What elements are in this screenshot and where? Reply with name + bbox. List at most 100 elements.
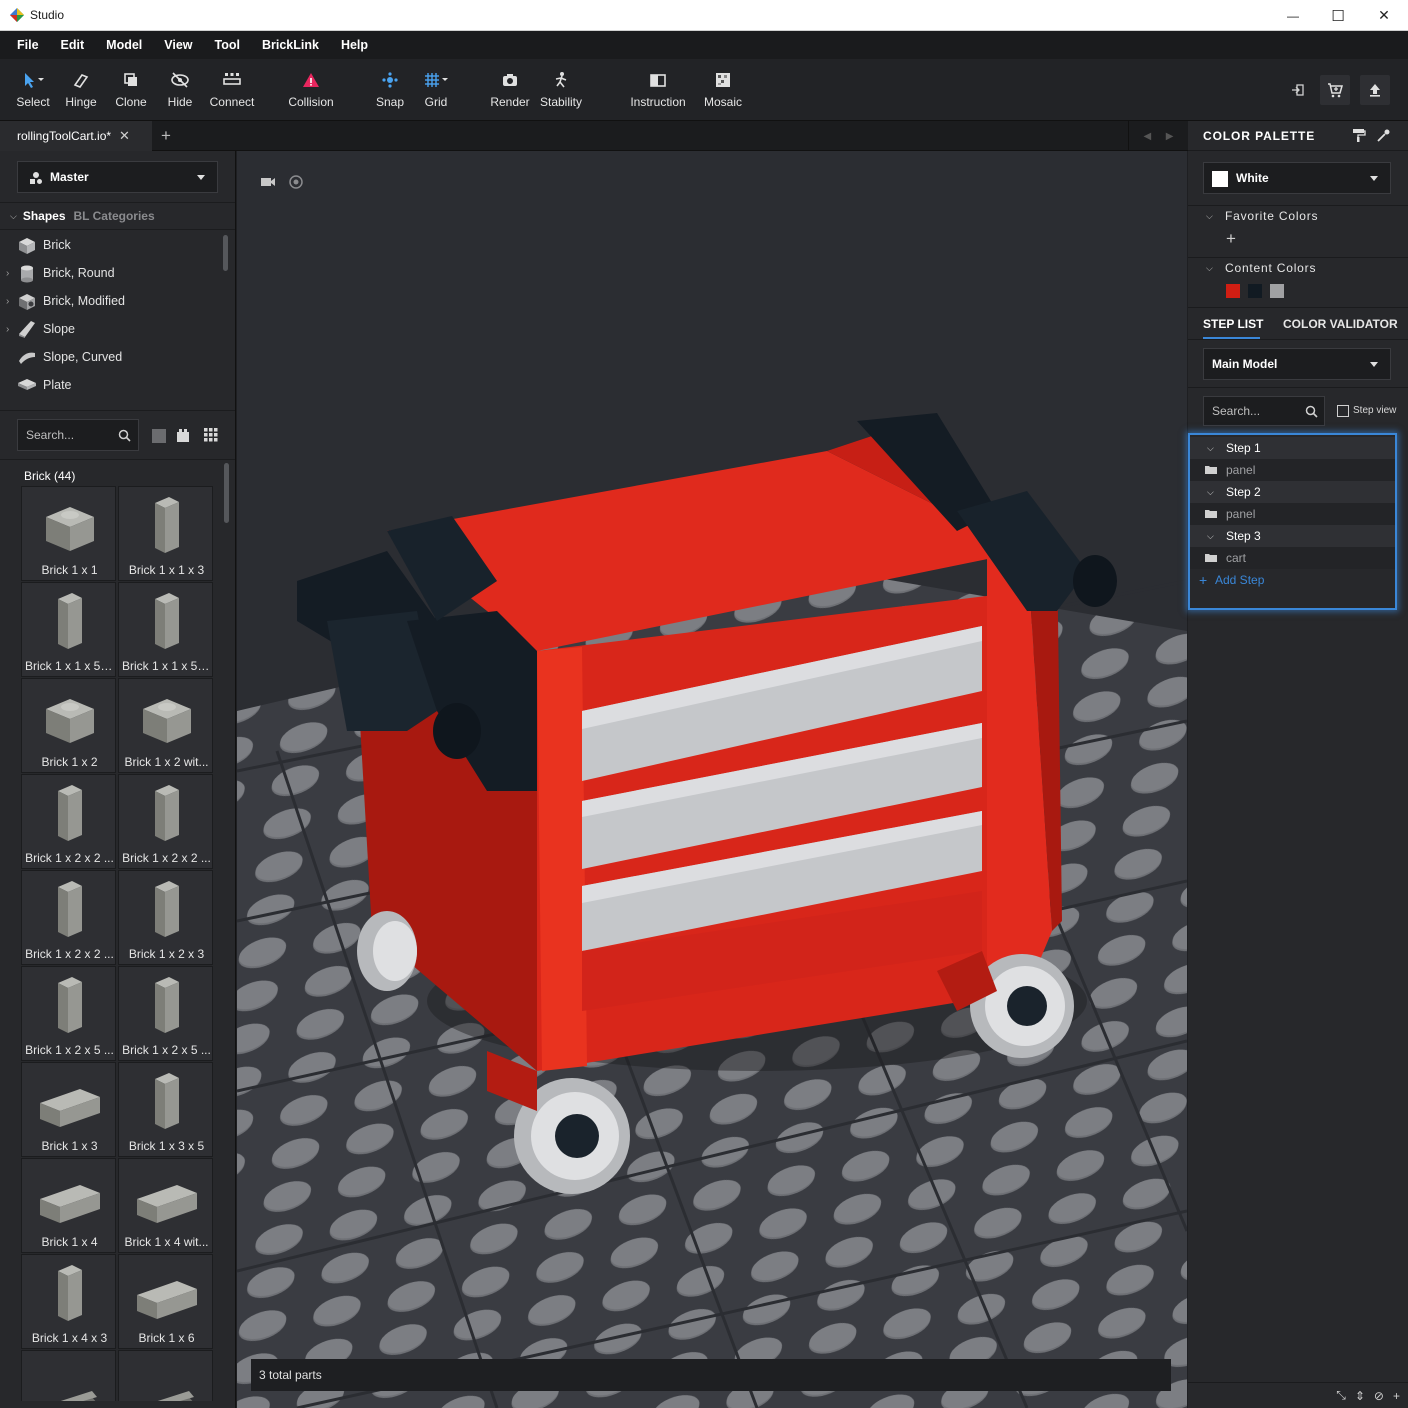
- 3d-viewport[interactable]: 3 total parts: [237, 151, 1187, 1408]
- grid-view-icon[interactable]: [204, 428, 218, 442]
- clone-label: Clone: [115, 95, 147, 109]
- content-color-swatch[interactable]: [1248, 284, 1262, 298]
- tab-shapes[interactable]: Shapes: [23, 209, 66, 223]
- menu-model[interactable]: Model: [95, 38, 153, 52]
- shape-item-slope[interactable]: › Slope: [0, 315, 225, 343]
- palette-dropdown[interactable]: Master: [17, 161, 218, 193]
- new-tab-icon[interactable]: +: [161, 126, 171, 146]
- part-tile[interactable]: Brick 1 x 4 wit...: [118, 1158, 213, 1253]
- part-tile[interactable]: Brick 1 x 1 x 5 -...: [21, 582, 116, 677]
- hide-tool-button[interactable]: Hide: [150, 69, 210, 109]
- part-tile[interactable]: Brick 1 x 1 x 3: [118, 486, 213, 581]
- step-search-input[interactable]: Search...: [1203, 396, 1325, 426]
- tab-scroll-right-icon[interactable]: ▶: [1166, 131, 1174, 142]
- close-window-button[interactable]: ✕: [1361, 0, 1407, 31]
- part-tile[interactable]: Brick 1 x 4: [21, 1158, 116, 1253]
- step-item-panel[interactable]: panel: [1190, 503, 1395, 525]
- parts-search-input[interactable]: Search...: [17, 419, 139, 451]
- menu-tool[interactable]: Tool: [204, 38, 251, 52]
- part-tile[interactable]: Brick 1 x 2 x 3: [118, 870, 213, 965]
- menu-bricklink[interactable]: BrickLink: [251, 38, 330, 52]
- content-color-swatch[interactable]: [1270, 284, 1284, 298]
- shape-list-scrollbar[interactable]: [223, 235, 228, 271]
- part-tile[interactable]: [118, 1350, 213, 1401]
- part-tile[interactable]: Brick 1 x 2 x 2 ...: [21, 870, 116, 965]
- collision-tool-button[interactable]: Collision: [281, 69, 341, 109]
- part-tile[interactable]: Brick 1 x 1 x 5 -...: [118, 582, 213, 677]
- step-item-cart[interactable]: cart: [1190, 547, 1395, 569]
- color-filter-icon[interactable]: [152, 429, 166, 443]
- part-tile[interactable]: Brick 1 x 2 x 5 ...: [21, 966, 116, 1061]
- right-panel-footer: ⤡ ⇕ ⊘ +: [1188, 1382, 1408, 1408]
- collapse-chevron-icon[interactable]: ⌵: [1207, 531, 1214, 542]
- content-color-swatch[interactable]: [1226, 284, 1240, 298]
- tab-rolling-tool-cart[interactable]: rollingToolCart.io* ✕: [0, 121, 152, 151]
- shape-item-plate[interactable]: Plate: [0, 371, 225, 399]
- cart-button[interactable]: [1320, 75, 1350, 105]
- parts-grid-scrollbar[interactable]: [224, 463, 229, 523]
- paint-roller-icon[interactable]: [1351, 128, 1366, 143]
- collapse-chevron-icon[interactable]: ⌵: [1207, 487, 1214, 498]
- expand-chevron-icon[interactable]: ›: [6, 296, 9, 307]
- shape-item-brick-round[interactable]: › Brick, Round: [0, 259, 225, 287]
- part-tile-label: Brick 1 x 2: [41, 755, 98, 769]
- part-tile[interactable]: Brick 1 x 3 x 5: [118, 1062, 213, 1157]
- shape-item-brick[interactable]: Brick: [0, 231, 225, 259]
- grid-tool-button[interactable]: Grid: [406, 69, 466, 109]
- eyedropper-icon[interactable]: [1376, 128, 1391, 143]
- add-icon[interactable]: +: [1393, 1389, 1400, 1403]
- tab-scroll-left-icon[interactable]: ◀: [1144, 131, 1152, 142]
- step-row-2[interactable]: ⌵ Step 2: [1190, 481, 1395, 503]
- collapse-chevron-icon[interactable]: ⌵: [10, 211, 17, 222]
- part-tile[interactable]: Brick 1 x 2 x 5 ...: [118, 966, 213, 1061]
- add-favorite-color-icon[interactable]: +: [1226, 229, 1236, 249]
- connect-tool-button[interactable]: Connect: [202, 69, 262, 109]
- part-tile[interactable]: Brick 1 x 2 x 2 ...: [21, 774, 116, 869]
- part-tile[interactable]: Brick 1 x 6: [118, 1254, 213, 1349]
- step-row-1[interactable]: ⌵ Step 1: [1190, 437, 1395, 459]
- camera-view-icon[interactable]: [260, 174, 276, 190]
- collapse-chevron-icon[interactable]: ⌵: [1206, 211, 1213, 222]
- close-tab-icon[interactable]: ✕: [119, 128, 130, 144]
- color-dropdown[interactable]: White: [1203, 162, 1391, 194]
- step-item-panel[interactable]: panel: [1190, 459, 1395, 481]
- menu-view[interactable]: View: [153, 38, 203, 52]
- hide-steps-icon[interactable]: ⊘: [1374, 1389, 1384, 1403]
- shape-item-slope-curved[interactable]: Slope, Curved: [0, 343, 225, 371]
- collapse-chevron-icon[interactable]: ⌵: [1207, 443, 1214, 454]
- part-tile[interactable]: Brick 1 x 4 x 3: [21, 1254, 116, 1349]
- step-row-3[interactable]: ⌵ Step 3: [1190, 525, 1395, 547]
- tab-color-validator[interactable]: COLOR VALIDATOR: [1283, 317, 1398, 331]
- part-filter-icon[interactable]: [176, 428, 190, 443]
- expand-chevron-icon[interactable]: ›: [6, 268, 9, 279]
- mosaic-tool-button[interactable]: Mosaic: [693, 69, 753, 109]
- tab-bl-categories[interactable]: BL Categories: [74, 209, 155, 223]
- expand-chevron-icon[interactable]: ›: [6, 324, 9, 335]
- slope-shape-icon: [19, 321, 35, 338]
- menu-file[interactable]: File: [6, 38, 50, 52]
- import-button[interactable]: [1283, 75, 1313, 105]
- menu-help[interactable]: Help: [330, 38, 379, 52]
- part-tile[interactable]: Brick 1 x 1: [21, 486, 116, 581]
- orbit-icon[interactable]: [288, 174, 304, 190]
- shape-item-brick-modified[interactable]: › Brick, Modified: [0, 287, 225, 315]
- collapse-chevron-icon[interactable]: ⌵: [1206, 263, 1213, 274]
- upload-button[interactable]: [1360, 75, 1390, 105]
- step-view-checkbox[interactable]: [1337, 405, 1349, 417]
- maximize-button[interactable]: ☐: [1315, 0, 1361, 31]
- add-step-button[interactable]: + Add Step: [1190, 569, 1395, 591]
- part-tile[interactable]: Brick 1 x 3: [21, 1062, 116, 1157]
- collapse-all-icon[interactable]: ⤡: [1336, 1388, 1346, 1403]
- instruction-tool-button[interactable]: Instruction: [628, 69, 688, 109]
- hide-label: Hide: [167, 95, 193, 109]
- tab-step-list[interactable]: STEP LIST: [1203, 317, 1263, 331]
- menu-edit[interactable]: Edit: [50, 38, 96, 52]
- model-dropdown[interactable]: Main Model: [1203, 348, 1391, 380]
- part-tile[interactable]: Brick 1 x 2 wit...: [118, 678, 213, 773]
- expand-all-icon[interactable]: ⇕: [1355, 1389, 1365, 1403]
- part-tile[interactable]: Brick 1 x 2 x 2 ...: [118, 774, 213, 869]
- part-tile[interactable]: [21, 1350, 116, 1401]
- minimize-button[interactable]: —: [1270, 0, 1316, 31]
- part-tile[interactable]: Brick 1 x 2: [21, 678, 116, 773]
- stability-tool-button[interactable]: Stability: [531, 69, 591, 109]
